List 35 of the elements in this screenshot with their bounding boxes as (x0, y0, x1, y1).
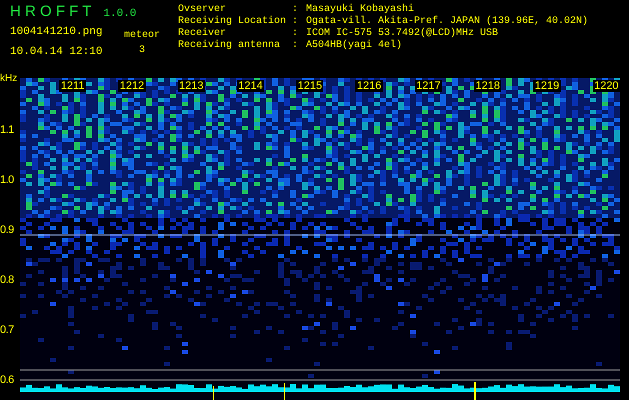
info-label: Receiving Location (178, 16, 288, 28)
app-name: H R O F F T (10, 3, 92, 21)
time-label: 1218 (474, 80, 502, 92)
axis-label: 0.6 (0, 374, 14, 386)
axis-label: 0.8 (0, 274, 14, 286)
info-label: Receiver (178, 28, 228, 40)
time-label: 1211 (59, 80, 86, 92)
time-label: 1216 (355, 80, 383, 92)
axis-label: 1.1 (0, 124, 14, 136)
time-label: 1217 (414, 80, 442, 92)
axis-label: 1.0 (0, 174, 14, 186)
info-value: ICOM IC-575 53.7492(@LCD)MHz USB (306, 28, 498, 40)
app-version: 1.0.0 (103, 7, 136, 21)
file-name: 1004141210.png (10, 25, 104, 39)
info-separator: : (292, 16, 300, 28)
time-label: 1220 (592, 80, 620, 92)
info-separator: : (292, 4, 300, 16)
info-value: Masayuki Kobayashi (306, 4, 414, 16)
axis-label: 0.9 (0, 224, 14, 236)
time-label: 1219 (533, 80, 561, 92)
time-label: 1215 (296, 80, 324, 92)
info-label: Receiving antenna (178, 40, 282, 52)
info-label: Ovserver (178, 4, 228, 16)
time-label: 1214 (236, 80, 264, 92)
info-value: A504HB(yagi 4el) (306, 40, 402, 52)
time-label: 1213 (178, 80, 205, 92)
info-value: Ogata-vill. Akita-Pref. JAPAN (139.96E, 40.02N) (306, 16, 588, 28)
axis-unit: kHz (0, 73, 18, 85)
timestamp: 10.04.14 12:10 (10, 45, 104, 59)
meteor-count: 3 (139, 44, 146, 57)
info-separator: : (292, 40, 300, 52)
axis-label: 0.7 (0, 324, 14, 336)
info-separator: : (292, 28, 300, 40)
time-label: 1212 (118, 80, 146, 92)
meteor-label: meteor (124, 29, 160, 42)
